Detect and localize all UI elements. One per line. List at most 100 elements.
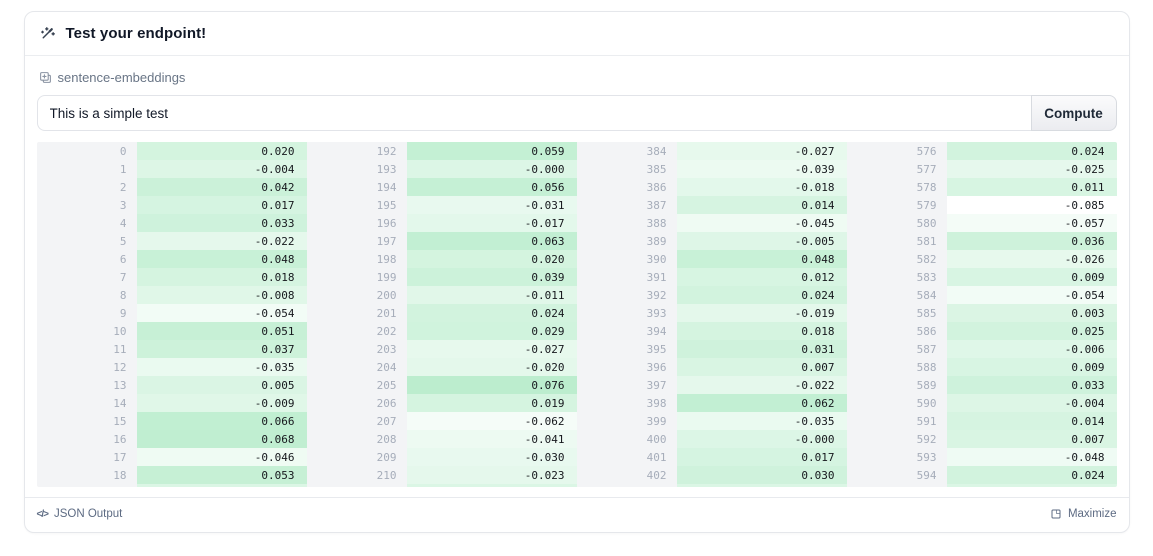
magic-wand-icon [39,25,56,42]
cell-index: 0 [37,142,137,160]
cell-index: 12 [37,358,137,376]
widget-body: sentence-embeddings Compute 00.020192 0.0… [25,56,1129,497]
cell-index: 208 [307,430,407,448]
cell-index: 387 [577,196,677,214]
table-row: 40.033196-0.017388-0.045580-0.057 [37,214,1117,232]
cell-index: 210 [307,466,407,484]
cell-index: 197 [307,232,407,250]
embeddings-table-body: 00.0201920.059384-0.0275760.0241-0.00419… [37,142,1117,487]
cell-value: -0.045 [677,214,847,232]
cell-index: 201 [307,304,407,322]
cell-value: -0.027 [407,340,577,358]
embeddings-table-container[interactable]: 00.0201920.059384-0.0275760.0241-0.00419… [37,142,1117,487]
cell-value: 0.024 [407,304,577,322]
maximize-icon [1050,508,1062,520]
cell-value: 0.036 [947,232,1117,250]
cell-index: 395 [577,340,677,358]
cell-index [307,484,407,487]
cell-value: 0.033 [137,214,307,232]
table-row: 130.0052050.076397-0.0225890.033 [37,376,1117,394]
cell-value: 0.051 [137,322,307,340]
cell-value: 0.062 [677,394,847,412]
cell-value: -0.048 [947,448,1117,466]
cell-index: 392 [577,286,677,304]
cell-index: 192 [307,142,407,160]
cell-value: -0.057 [947,214,1117,232]
cell-index: 580 [847,214,947,232]
test-text-input[interactable] [37,95,1031,131]
cell-index: 591 [847,412,947,430]
cell-value: -0.046 [137,448,307,466]
table-row: 160.068208-0.041400-0.0005920.007 [37,430,1117,448]
cell-value: 0.009 [947,268,1117,286]
cell-index: 389 [577,232,677,250]
table-row: 8-0.008200-0.0113920.024584-0.054 [37,286,1117,304]
cell-index: 3 [37,196,137,214]
cell-index: 202 [307,322,407,340]
cell-value: -0.018 [677,178,847,196]
cell-value: 0.003 [947,304,1117,322]
cell-index: 583 [847,268,947,286]
cell-index: 207 [307,412,407,430]
cell-value: 0.037 [137,340,307,358]
model-cube-icon [39,71,52,84]
cell-value: 0.020 [137,142,307,160]
cell-index: 581 [847,232,947,250]
cell-value: 0.048 [677,250,847,268]
cell-index: 204 [307,358,407,376]
cell-index: 200 [307,286,407,304]
cell-index: 592 [847,430,947,448]
cell-value: 0.005 [137,376,307,394]
maximize-button[interactable]: Maximize [1050,508,1117,520]
cell-index: 7 [37,268,137,286]
cell-index: 199 [307,268,407,286]
cell-index: 386 [577,178,677,196]
cell-index: 13 [37,376,137,394]
cell-value: -0.019 [677,304,847,322]
cell-value: -0.004 [947,394,1117,412]
cell-index: 196 [307,214,407,232]
cell-value: -0.035 [137,358,307,376]
cell-index: 587 [847,340,947,358]
cell-value: 0.017 [137,196,307,214]
cell-value: 0.017 [677,448,847,466]
table-row: 70.0181990.0393910.0125830.009 [37,268,1117,286]
widget-header: Test your endpoint! [25,12,1129,56]
cell-value: -0.022 [137,232,307,250]
cell-value: 0.048 [137,250,307,268]
cell-value: -0.005 [677,232,847,250]
cell-index: 15 [37,412,137,430]
cell-value: 0.030 [677,466,847,484]
cell-index: 593 [847,448,947,466]
cell-value: -0.062 [407,412,577,430]
cell-value: -0.041 [407,430,577,448]
cell-index: 576 [847,142,947,160]
cell-value: 0.033 [947,376,1117,394]
cell-value: -0.027 [677,142,847,160]
cell-value: -0.054 [137,304,307,322]
compute-button[interactable]: Compute [1031,95,1117,131]
cell-index: 401 [577,448,677,466]
cell-index: 396 [577,358,677,376]
model-name-label: sentence-embeddings [58,70,186,85]
cell-index: 394 [577,322,677,340]
cell-index [37,484,137,487]
table-row: 150.066207-0.062399-0.0355910.014 [37,412,1117,430]
table-row: 17-0.046209-0.0304010.017593-0.048 [37,448,1117,466]
cell-index: 198 [307,250,407,268]
widget-title: Test your endpoint! [66,25,207,42]
cell-value: 0.031 [677,340,847,358]
model-link[interactable]: sentence-embeddings [39,70,1117,85]
table-row: 00.0201920.059384-0.0275760.024 [37,142,1117,160]
table-row: 12-0.035204-0.0203960.0075880.009 [37,358,1117,376]
cell-value: 0.025 [947,322,1117,340]
cell-value: 0.012 [677,268,847,286]
cell-value: -0.017 [407,214,577,232]
cell-value: -0.000 [677,430,847,448]
cell-value [137,484,307,487]
cell-index: 6 [37,250,137,268]
cell-index: 594 [847,466,947,484]
cell-index: 393 [577,304,677,322]
cell-index: 578 [847,178,947,196]
json-output-toggle[interactable]: </> JSON Output [37,508,123,520]
